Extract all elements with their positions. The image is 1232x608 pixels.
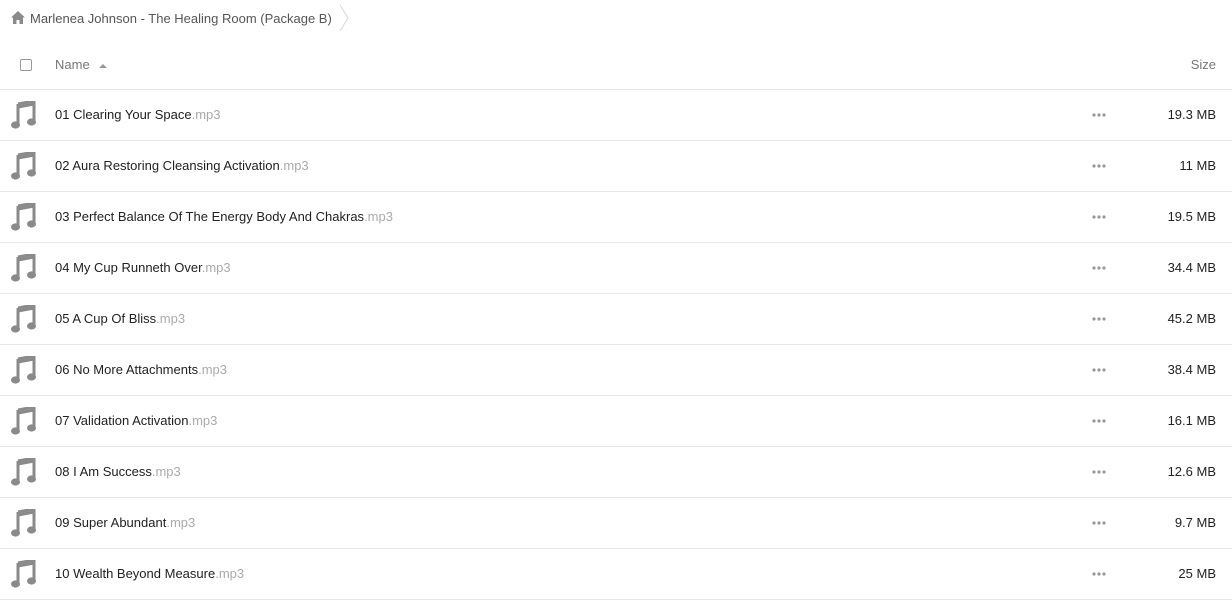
file-size: 19.5 MB [1167, 209, 1216, 224]
file-size: 25 MB [1178, 566, 1216, 581]
file-extension: .mp3 [215, 566, 245, 581]
list-header: Name Size [0, 40, 1232, 90]
file-size: 38.4 MB [1167, 362, 1216, 377]
file-size: 19.3 MB [1167, 107, 1216, 122]
music-file-icon [11, 354, 37, 384]
more-actions-icon[interactable] [1090, 516, 1108, 530]
file-name[interactable]: 05 A Cup Of Bliss.mp3 [55, 311, 185, 326]
file-row[interactable]: 08 I Am Success.mp3 12.6 MB [0, 447, 1232, 498]
select-all-checkbox[interactable] [20, 59, 32, 71]
file-row[interactable]: 06 No More Attachments.mp3 38.4 MB [0, 345, 1232, 396]
music-file-icon [11, 507, 37, 537]
music-file-icon [11, 99, 37, 129]
breadcrumb-folder-label[interactable]: Marlenea Johnson - The Healing Room (Pac… [30, 11, 332, 26]
name-column-label: Name [55, 57, 90, 72]
breadcrumb: Marlenea Johnson - The Healing Room (Pac… [0, 0, 1232, 36]
file-row[interactable]: 04 My Cup Runneth Over.mp3 34.4 MB [0, 243, 1232, 294]
file-name[interactable]: 08 I Am Success.mp3 [55, 464, 181, 479]
file-basename: 10 Wealth Beyond Measure [55, 566, 216, 581]
file-extension: .mp3 [364, 209, 393, 224]
more-actions-icon[interactable] [1090, 261, 1108, 275]
file-row[interactable]: 07 Validation Activation.mp3 16.1 MB [0, 396, 1232, 447]
file-basename: 05 A Cup Of Bliss [55, 311, 157, 326]
music-file-icon [11, 303, 37, 333]
file-extension: .mp3 [201, 260, 231, 275]
music-file-icon [11, 405, 37, 435]
more-actions-icon[interactable] [1090, 108, 1108, 122]
file-row[interactable]: 01 Clearing Your Space.mp3 19.3 MB [0, 90, 1232, 141]
more-actions-icon[interactable] [1090, 465, 1108, 479]
file-extension: .mp3 [198, 362, 227, 377]
more-actions-icon[interactable] [1090, 414, 1108, 428]
more-actions-icon[interactable] [1090, 210, 1108, 224]
music-file-icon [11, 201, 37, 231]
file-name[interactable]: 03 Perfect Balance Of The Energy Body An… [55, 209, 393, 224]
file-size: 9.7 MB [1174, 515, 1216, 530]
more-actions-icon[interactable] [1090, 363, 1108, 377]
file-row[interactable]: 05 A Cup Of Bliss.mp3 45.2 MB [0, 294, 1232, 345]
sort-ascending-icon [99, 63, 108, 68]
file-extension: .mp3 [279, 158, 309, 173]
size-column-header[interactable]: Size [1191, 57, 1216, 72]
file-name[interactable]: 06 No More Attachments.mp3 [55, 362, 227, 377]
file-basename: 04 My Cup Runneth Over [55, 260, 202, 275]
more-actions-icon[interactable] [1090, 159, 1108, 173]
breadcrumb-separator-icon [339, 4, 349, 32]
file-size: 34.4 MB [1167, 260, 1216, 275]
file-name[interactable]: 07 Validation Activation.mp3 [55, 413, 217, 428]
file-basename: 01 Clearing Your Space [55, 107, 192, 122]
file-name[interactable]: 01 Clearing Your Space.mp3 [55, 107, 221, 122]
size-column-label: Size [1190, 57, 1216, 72]
file-size: 12.6 MB [1167, 464, 1216, 479]
file-row[interactable]: 02 Aura Restoring Cleansing Activation.m… [0, 141, 1232, 192]
more-actions-icon[interactable] [1090, 312, 1108, 326]
file-extension: .mp3 [156, 311, 186, 326]
more-actions-icon[interactable] [1090, 567, 1108, 581]
file-row[interactable]: 10 Wealth Beyond Measure.mp3 25 MB [0, 549, 1232, 600]
file-basename: 03 Perfect Balance Of The Energy Body An… [55, 209, 365, 224]
file-extension: .mp3 [191, 107, 221, 122]
file-size: 45.2 MB [1167, 311, 1216, 326]
music-file-icon [11, 252, 37, 282]
name-column-header[interactable]: Name [55, 57, 108, 72]
home-icon[interactable] [10, 10, 26, 26]
music-file-icon [11, 558, 37, 588]
music-file-icon [11, 456, 37, 486]
file-extension: .mp3 [166, 515, 196, 530]
file-name[interactable]: 10 Wealth Beyond Measure.mp3 [55, 566, 244, 581]
file-size: 16.1 MB [1167, 413, 1216, 428]
file-basename: 07 Validation Activation [55, 413, 189, 428]
file-basename: 02 Aura Restoring Cleansing Activation [55, 158, 280, 173]
file-size: 11 MB [1179, 158, 1216, 173]
file-extension: .mp3 [151, 464, 181, 479]
file-row[interactable]: 03 Perfect Balance Of The Energy Body An… [0, 192, 1232, 243]
file-name[interactable]: 04 My Cup Runneth Over.mp3 [55, 260, 231, 275]
file-extension: .mp3 [188, 413, 218, 428]
file-row[interactable]: 09 Super Abundant.mp3 9.7 MB [0, 498, 1232, 549]
file-basename: 06 No More Attachments [55, 362, 199, 377]
file-basename: 08 I Am Success [55, 464, 152, 479]
file-basename: 09 Super Abundant [55, 515, 167, 530]
music-file-icon [11, 150, 37, 180]
file-list: 01 Clearing Your Space.mp3 19.3 MB 02 Au… [0, 90, 1232, 600]
file-name[interactable]: 02 Aura Restoring Cleansing Activation.m… [55, 158, 309, 173]
file-name[interactable]: 09 Super Abundant.mp3 [55, 515, 195, 530]
